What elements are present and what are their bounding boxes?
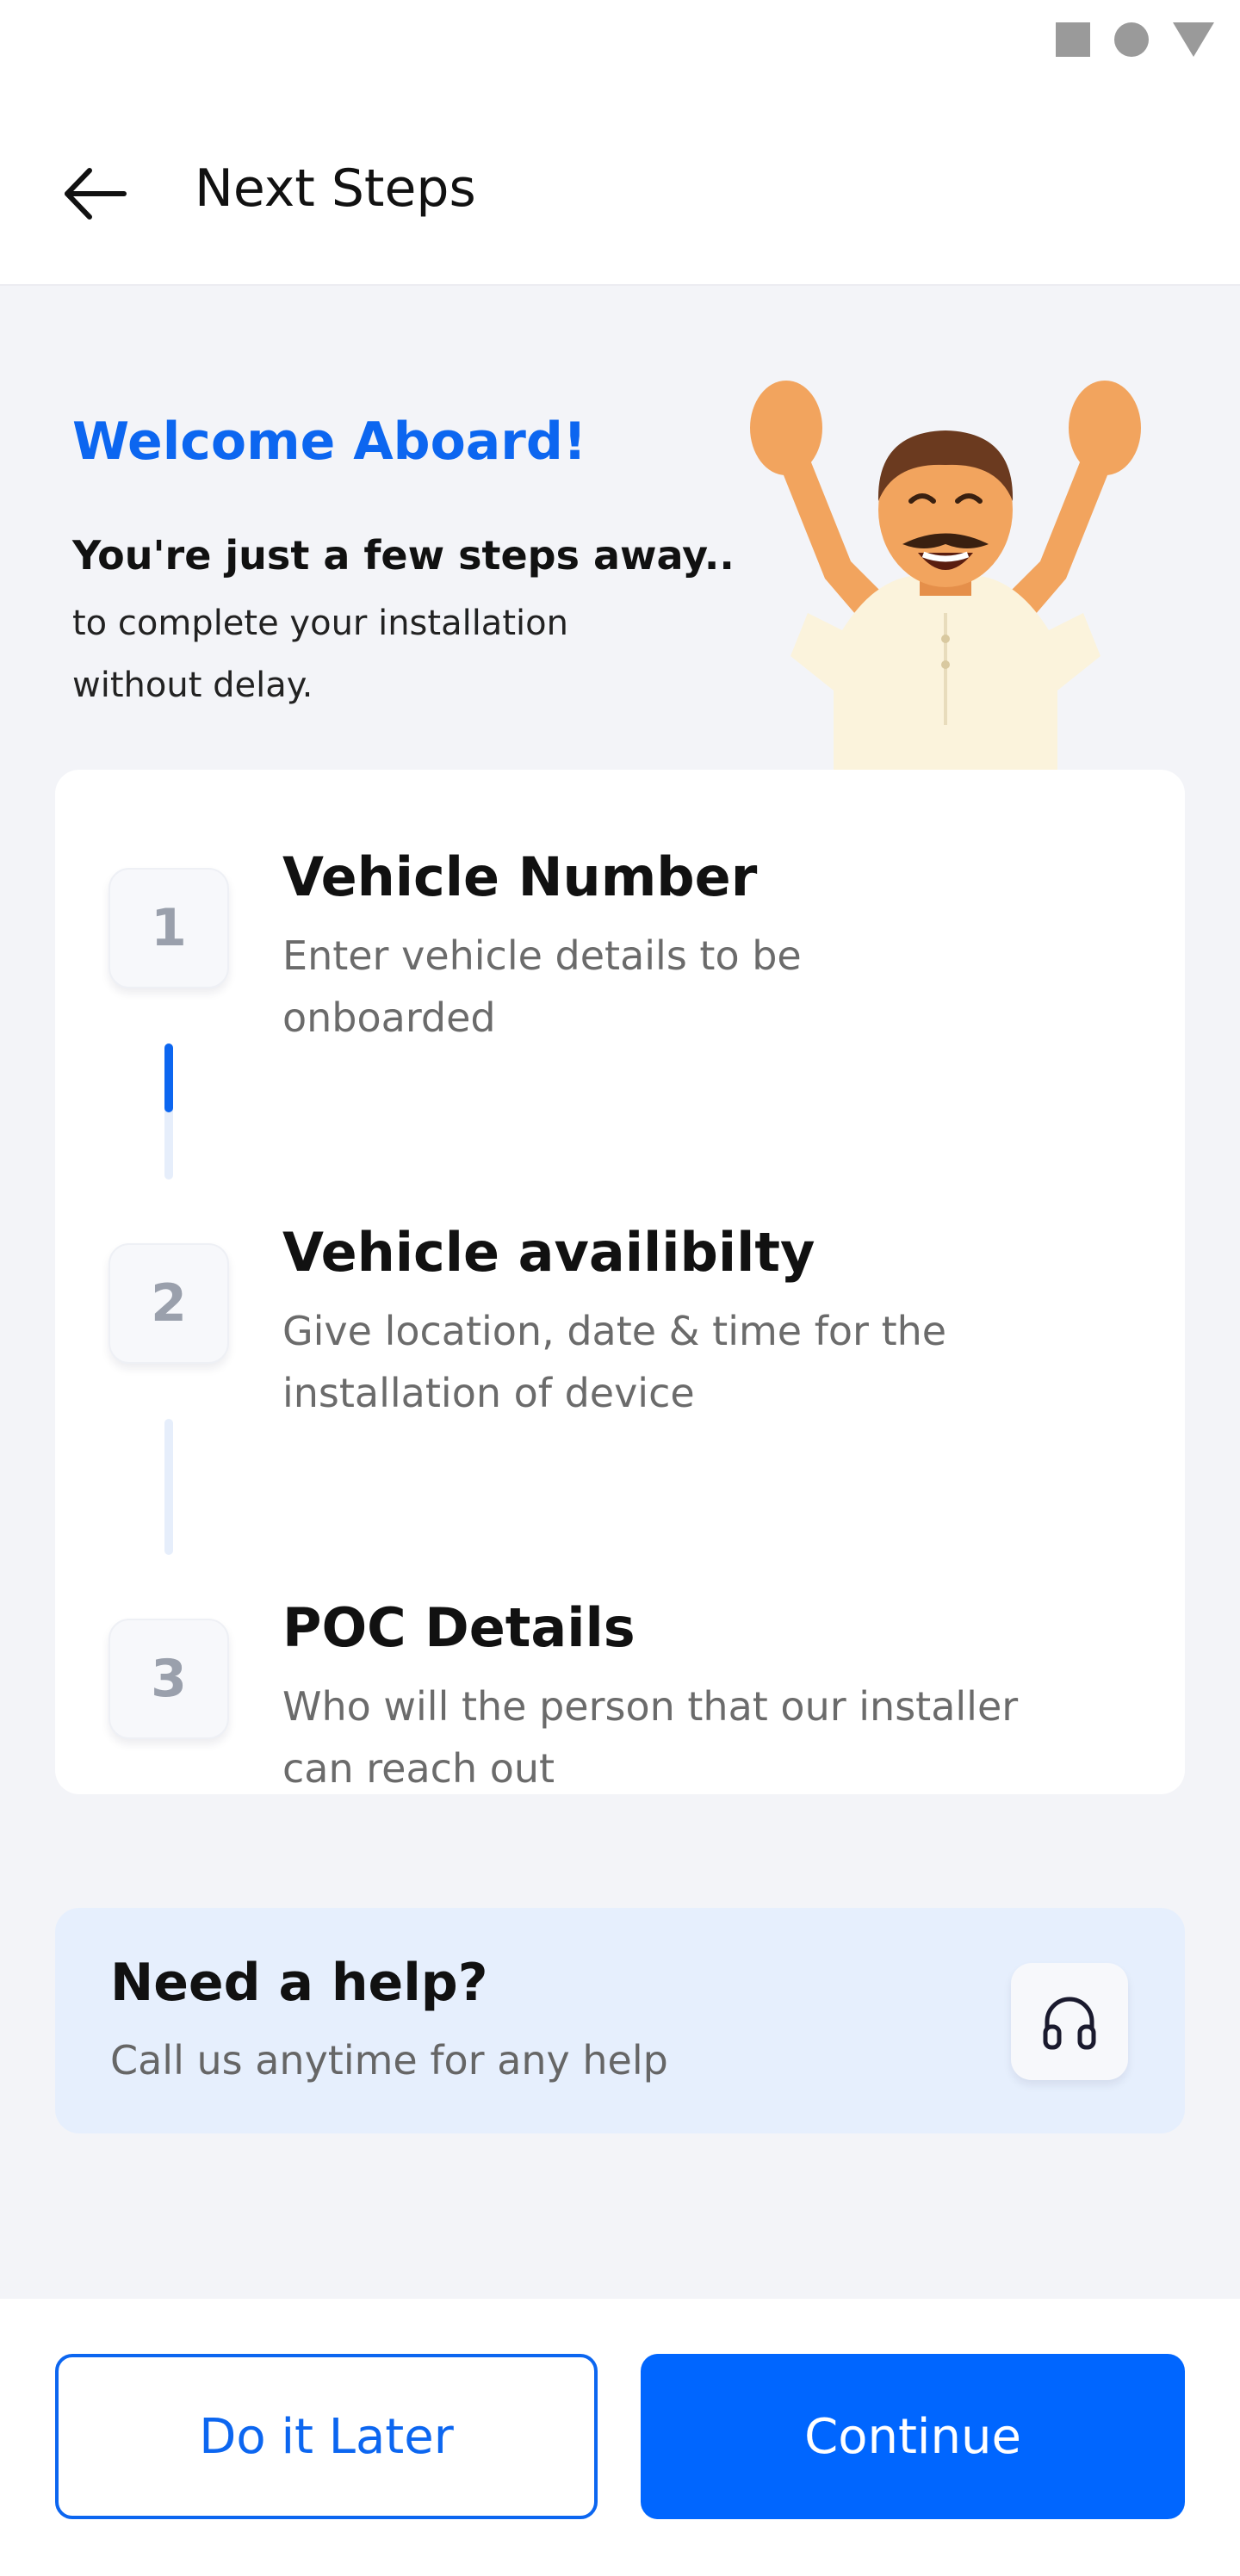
steps-card: 1 Vehicle Number Enter vehicle details t… — [55, 770, 1185, 1794]
triangle-icon — [1173, 22, 1214, 57]
cheering-man-illustration — [750, 381, 1141, 794]
help-description: Call us anytime for any help — [110, 2037, 668, 2084]
step-description: Enter vehicle details to be onboarded — [282, 932, 802, 1041]
circle-icon — [1114, 22, 1149, 57]
step-progress-indicator — [164, 1043, 173, 1112]
welcome-title: Welcome Aboard! — [72, 412, 587, 472]
app-bar: Next Steps — [0, 77, 1240, 286]
welcome-description: to complete your installation without de… — [72, 604, 568, 705]
step-number-badge: 1 — [108, 868, 229, 988]
status-icons — [1056, 22, 1214, 57]
help-call-button[interactable] — [1011, 1963, 1128, 2080]
arrow-left-icon[interactable] — [62, 164, 131, 224]
step-title: POC Details — [282, 1596, 636, 1659]
main-content: Welcome Aboard! You're just a few steps … — [0, 286, 1240, 2299]
step-title: Vehicle Number — [282, 845, 758, 908]
page-title: Next Steps — [195, 158, 476, 219]
square-icon — [1056, 22, 1090, 57]
help-title: Need a help? — [110, 1953, 488, 2013]
welcome-subtitle: You're just a few steps away.. — [72, 532, 735, 579]
step-title: Vehicle availibilty — [282, 1221, 815, 1284]
continue-button[interactable]: Continue — [641, 2354, 1185, 2519]
headphones-icon — [1043, 1997, 1096, 2050]
help-card[interactable]: Need a help? Call us anytime for any hel… — [55, 1908, 1185, 2133]
step-connector — [164, 1043, 173, 1180]
step-description: Give location, date & time for the insta… — [282, 1308, 947, 1416]
step-connector — [164, 1419, 173, 1555]
step-description: Who will the person that our installer c… — [282, 1683, 1019, 1792]
step-number-badge: 3 — [108, 1619, 229, 1739]
bottom-action-bar: Do it Later Continue — [0, 2299, 1240, 2576]
do-it-later-button[interactable]: Do it Later — [55, 2354, 598, 2519]
status-bar — [0, 0, 1240, 77]
step-number-badge: 2 — [108, 1243, 229, 1364]
